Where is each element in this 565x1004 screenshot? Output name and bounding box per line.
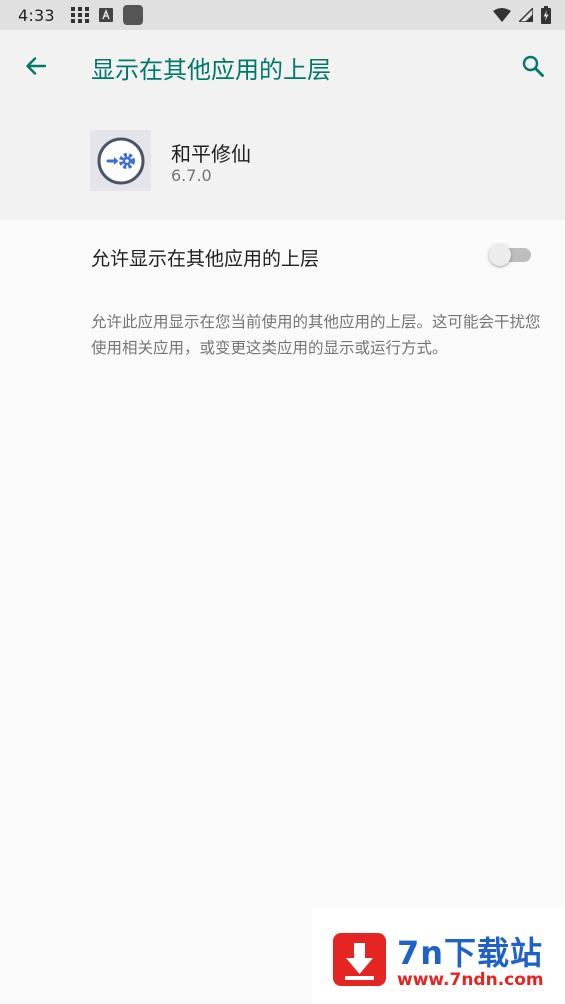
square-icon [122,5,143,25]
page-title: 显示在其他应用的上层 [91,56,331,84]
allow-overlay-toggle[interactable] [489,244,531,266]
toggle-thumb [489,244,511,266]
wifi-icon [493,8,511,22]
app-icon [90,130,151,191]
signal-icon [519,8,533,22]
app-version: 6.7.0 [171,166,212,185]
watermark-title: 7n下载站 [397,934,544,972]
status-icons-left [70,5,143,25]
app-header: 和平修仙 6.7.0 [0,102,565,220]
search-button[interactable] [511,44,555,88]
app-bar: 显示在其他应用的上层 [0,30,565,102]
watermark: 7n下载站 www.7ndn.com [312,908,565,1004]
battery-charging-icon [541,6,551,24]
setting-label: 允许显示在其他应用的上层 [91,248,320,270]
status-time: 4:33 [18,5,55,25]
a-badge-icon [98,8,113,22]
arrow-back-icon [26,57,47,75]
allow-overlay-setting[interactable]: 允许显示在其他应用的上层 [0,220,565,292]
redirect-settings-icon [97,137,144,184]
status-icons-right [493,6,551,24]
setting-description: 允许此应用显示在您当前使用的其他应用的上层。这可能会干扰您使用相关应用，或变更这… [91,313,541,357]
grid-icon [70,7,89,23]
status-bar: 4:33 [0,0,565,30]
watermark-url: www.7ndn.com [397,970,544,990]
download-logo-icon [333,933,386,986]
search-icon [522,55,544,77]
back-button[interactable] [14,44,58,88]
app-name: 和平修仙 [171,142,251,166]
